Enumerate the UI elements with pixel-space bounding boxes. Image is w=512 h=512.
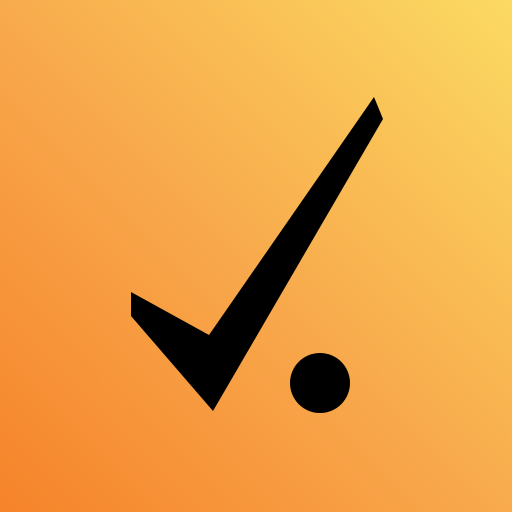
checkmark-glyph: [131, 97, 383, 411]
dot-glyph: [290, 353, 350, 413]
checkmark-dot-icon: [131, 97, 383, 413]
app-icon: [0, 0, 512, 512]
